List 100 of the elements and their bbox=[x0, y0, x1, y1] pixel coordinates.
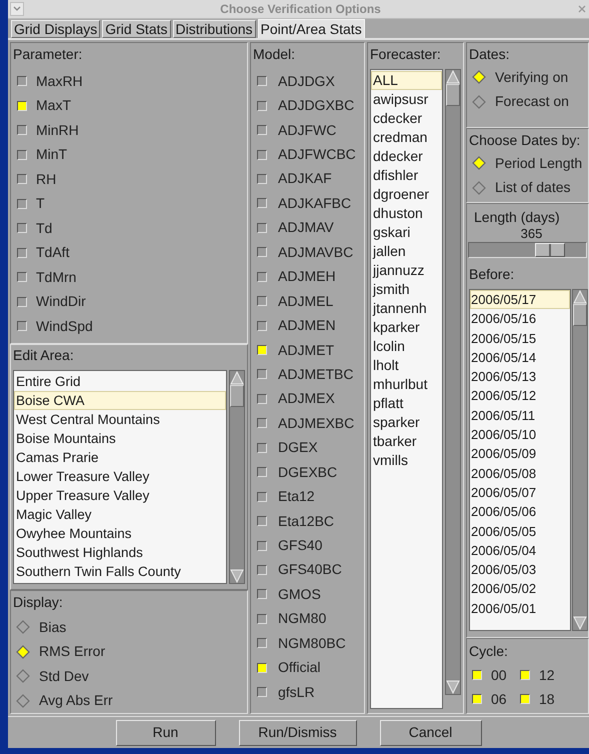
checkbox[interactable] bbox=[257, 369, 267, 380]
checkbox[interactable] bbox=[257, 540, 267, 551]
list-item[interactable]: sparker bbox=[371, 413, 442, 432]
checkbox[interactable] bbox=[520, 670, 530, 680]
list-item[interactable]: 2006/05/17 bbox=[470, 290, 570, 310]
checkbox[interactable] bbox=[257, 418, 267, 428]
checkbox[interactable] bbox=[257, 564, 267, 575]
checkbox[interactable] bbox=[257, 467, 267, 478]
list-item[interactable]: 2006/05/12 bbox=[470, 386, 570, 406]
list-item[interactable]: dhuston bbox=[371, 204, 442, 223]
list-item[interactable]: vmills bbox=[371, 451, 442, 470]
dialog-button[interactable]: Run bbox=[116, 720, 216, 746]
list-item[interactable]: cdecker bbox=[371, 109, 442, 128]
radio-button[interactable] bbox=[472, 156, 486, 170]
list-item[interactable]: 2006/05/06 bbox=[470, 502, 570, 522]
slider-thumb[interactable] bbox=[534, 243, 565, 257]
checkbox[interactable] bbox=[257, 345, 267, 356]
list-item[interactable]: Southwest Highlands bbox=[14, 542, 226, 562]
checkbox[interactable] bbox=[17, 198, 27, 209]
checkbox[interactable] bbox=[257, 198, 267, 208]
list-item[interactable]: kparker bbox=[371, 318, 442, 337]
list-item[interactable]: jallen bbox=[371, 242, 442, 261]
scroll-up-arrow-icon[interactable] bbox=[446, 70, 460, 84]
checkbox[interactable] bbox=[257, 442, 267, 453]
list-item[interactable]: gskari bbox=[371, 223, 442, 242]
dialog-button[interactable]: Run/Dismiss bbox=[238, 720, 356, 746]
list-item[interactable]: 2006/05/14 bbox=[470, 348, 570, 368]
list-item[interactable]: lcolin bbox=[371, 337, 442, 356]
list-item[interactable]: 2006/05/04 bbox=[470, 540, 570, 560]
list-item[interactable]: Camas Prarie bbox=[14, 448, 226, 467]
checkbox[interactable] bbox=[257, 222, 267, 233]
radio-button[interactable] bbox=[16, 644, 30, 659]
checkbox[interactable] bbox=[17, 321, 27, 332]
list-item[interactable]: Southern Twin Falls County bbox=[14, 562, 226, 581]
radio-button[interactable] bbox=[472, 180, 486, 195]
list-item[interactable]: awipsusr bbox=[371, 90, 442, 109]
list-box[interactable]: 2006/05/17 2006/05/16 2006/05/15 2006/05/14 2006/05/13 2006/05/12 2006/05/11 2006/05/10 2006/05/09 2006/05/08 2006/05/07 2006/05/06 2006/05/05 2006/05/04 2006/05/03 2006/05/02 2006/05/01 bbox=[469, 289, 571, 631]
dialog-button[interactable]: Cancel bbox=[380, 720, 482, 746]
scroll-up-arrow-icon[interactable] bbox=[573, 290, 587, 304]
list-item[interactable]: ALL bbox=[371, 71, 442, 90]
list-item[interactable]: 2006/05/05 bbox=[470, 522, 570, 541]
checkbox[interactable] bbox=[257, 492, 267, 502]
list-item[interactable]: jsmith bbox=[371, 280, 442, 299]
checkbox[interactable] bbox=[257, 320, 267, 331]
list-item[interactable]: 2006/05/10 bbox=[470, 425, 570, 444]
checkbox[interactable] bbox=[17, 174, 27, 184]
list-item[interactable]: mhurlbut bbox=[371, 375, 442, 394]
tab[interactable]: Point/Area Stats bbox=[258, 19, 365, 38]
tab[interactable]: Distributions bbox=[172, 20, 256, 38]
list-item[interactable]: lholt bbox=[371, 356, 442, 375]
list-item[interactable]: Entire Grid bbox=[14, 372, 226, 391]
list-item[interactable]: 2006/05/03 bbox=[470, 560, 570, 580]
checkbox[interactable] bbox=[257, 614, 267, 624]
list-item[interactable]: jtannenh bbox=[371, 299, 442, 318]
list-item[interactable]: pflatt bbox=[371, 394, 442, 413]
checkbox[interactable] bbox=[257, 516, 267, 526]
checkbox[interactable] bbox=[257, 174, 267, 184]
radio-button[interactable] bbox=[472, 70, 486, 84]
checkbox[interactable] bbox=[17, 272, 27, 282]
checkbox[interactable] bbox=[472, 694, 482, 704]
checkbox[interactable] bbox=[257, 687, 267, 698]
checkbox[interactable] bbox=[17, 76, 27, 86]
tab[interactable]: Grid Displays bbox=[11, 20, 100, 38]
list-item[interactable]: Boise Mountains bbox=[14, 428, 226, 448]
scrollbar-thumb[interactable] bbox=[446, 84, 460, 106]
list-item[interactable]: Magic Valley bbox=[14, 504, 226, 524]
checkbox[interactable] bbox=[17, 150, 27, 160]
list-item[interactable]: credman bbox=[371, 128, 442, 147]
checkbox[interactable] bbox=[17, 248, 27, 258]
list-item[interactable]: Boise CWA bbox=[14, 390, 226, 410]
scrollbar-thumb[interactable] bbox=[230, 384, 244, 407]
checkbox[interactable] bbox=[257, 638, 267, 648]
checkbox[interactable] bbox=[257, 150, 267, 160]
list-item[interactable]: 2006/05/07 bbox=[470, 482, 570, 502]
list-item[interactable]: jjannuzz bbox=[371, 261, 442, 280]
checkbox[interactable] bbox=[472, 670, 482, 680]
scrollbar[interactable] bbox=[572, 289, 588, 631]
checkbox[interactable] bbox=[257, 272, 267, 282]
list-item[interactable]: tbarker bbox=[371, 432, 442, 451]
checkbox[interactable] bbox=[257, 296, 267, 306]
scroll-up-arrow-icon[interactable] bbox=[230, 370, 244, 385]
checkbox[interactable] bbox=[17, 100, 27, 111]
list-item[interactable]: Upper Treasure Valley bbox=[14, 486, 226, 505]
radio-button[interactable] bbox=[16, 694, 30, 708]
list-item[interactable]: 2006/05/15 bbox=[470, 328, 570, 348]
checkbox[interactable] bbox=[257, 394, 267, 404]
checkbox[interactable] bbox=[257, 589, 267, 600]
list-item[interactable]: 2006/05/09 bbox=[470, 444, 570, 464]
list-item[interactable]: 2006/05/16 bbox=[470, 309, 570, 329]
checkbox[interactable] bbox=[257, 662, 267, 673]
checkbox[interactable] bbox=[257, 100, 267, 111]
radio-button[interactable] bbox=[472, 94, 486, 109]
list-item[interactable]: Lower Treasure Valley bbox=[14, 466, 226, 486]
scroll-down-arrow-icon[interactable] bbox=[573, 616, 587, 630]
list-item[interactable]: 2006/05/11 bbox=[470, 406, 570, 426]
list-item[interactable]: dfishler bbox=[371, 166, 442, 185]
scroll-down-arrow-icon[interactable] bbox=[446, 680, 460, 694]
checkbox[interactable] bbox=[257, 125, 267, 136]
list-box[interactable]: ALL awipsusr cdecker credman ddecker dfishler dgroener dhuston gskari jallen jjannuzz jsmith jtannenh kparker lcolin lholt mhurlbut pflatt sparker tbarker vmills bbox=[370, 69, 443, 709]
checkbox[interactable] bbox=[257, 76, 267, 86]
